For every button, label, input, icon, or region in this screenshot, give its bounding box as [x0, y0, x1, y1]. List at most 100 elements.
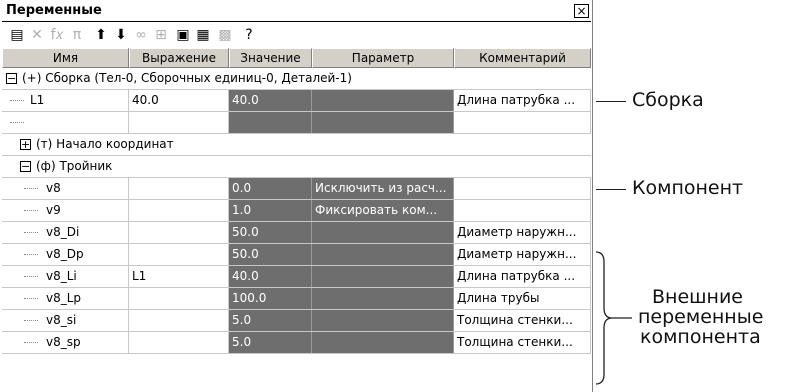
cell-name[interactable]: v8	[2, 178, 129, 199]
grid-icon[interactable]: ▩	[216, 26, 234, 44]
cell-expression[interactable]	[129, 310, 229, 331]
component-leader-line	[596, 189, 626, 190]
cell-value[interactable]: 50.0	[229, 244, 312, 265]
cell-name[interactable]: v8_Di	[2, 222, 129, 243]
group-label: (ф) Тройник	[36, 159, 113, 173]
assembly-leader-line	[596, 101, 626, 102]
column-header-value[interactable]: Значение	[229, 48, 312, 68]
cell-name[interactable]: v8_Lp	[2, 288, 129, 309]
cell-value[interactable]: 5.0	[229, 332, 312, 353]
cell-parameter[interactable]	[312, 244, 454, 265]
cell-name[interactable]: v8_Li	[2, 266, 129, 287]
cell-expression[interactable]	[129, 244, 229, 265]
arrow-up-icon[interactable]: ⬆	[92, 26, 110, 44]
cell-parameter[interactable]	[312, 222, 454, 243]
cell-expression[interactable]	[129, 288, 229, 309]
cell-name[interactable]: v8_si	[2, 310, 129, 331]
cell-name[interactable]: v8_sp	[2, 332, 129, 353]
collapse-icon[interactable]: −	[20, 161, 31, 172]
external-vars-annotation-line1: Внешние	[652, 286, 743, 308]
tree-group-row[interactable]: − (ф) Тройник	[2, 156, 591, 178]
table-icon[interactable]: ▦	[194, 26, 212, 44]
variables-panel: Переменные × ▤ ✕ f𝑥 π ⬆ ⬇ ∞ ⊞ ▣ ▦ ▩? Имя Выражение З…	[0, 0, 593, 392]
cell-parameter[interactable]	[312, 112, 454, 133]
cell-comment[interactable]: Длина трубы	[454, 288, 591, 309]
cell-comment[interactable]: Диаметр наружн...	[454, 222, 591, 243]
window-title: Переменные	[6, 3, 102, 18]
external-vars-annotation-line2: переменные	[638, 306, 764, 328]
variable-row[interactable]: v8_sp 5.0 Толщина стенки...	[2, 332, 591, 354]
title-bar: Переменные ×	[2, 2, 591, 22]
column-header-comment[interactable]: Комментарий	[454, 48, 591, 68]
cell-value[interactable]: 40.0	[229, 266, 312, 287]
cell-value[interactable]: 100.0	[229, 288, 312, 309]
cell-expression[interactable]: L1	[129, 266, 229, 287]
cell-comment[interactable]	[454, 112, 591, 133]
cell-comment[interactable]: Длина патрубка ...	[454, 266, 591, 287]
cell-value[interactable]: 40.0	[229, 90, 312, 111]
group-label: (+) Сборка (Тел-0, Сборочных единиц-0, Д…	[22, 71, 352, 85]
column-header-name[interactable]: Имя	[2, 48, 129, 68]
variable-row[interactable]: L1 40.0 40.0 Длина патрубка ...	[2, 90, 591, 112]
toolbar: ▤ ✕ f𝑥 π ⬆ ⬇ ∞ ⊞ ▣ ▦ ▩?	[2, 22, 591, 48]
arrow-down-icon[interactable]: ⬇	[112, 26, 130, 44]
cell-comment[interactable]: Толщина стенки...	[454, 332, 591, 353]
cell-value[interactable]: 1.0	[229, 200, 312, 221]
delete-icon[interactable]: ✕	[28, 26, 46, 44]
cell-comment[interactable]: Длина патрубка ...	[454, 90, 591, 111]
variable-row[interactable]: v8_Lp 100.0 Длина трубы	[2, 288, 591, 310]
variable-row[interactable]: v8_Di 50.0 Диаметр наружн...	[2, 222, 591, 244]
cell-parameter[interactable]	[312, 90, 454, 111]
cell-expression[interactable]: 40.0	[129, 90, 229, 111]
component-annotation: Компонент	[632, 177, 744, 199]
variable-row[interactable]: v9 1.0 Фиксировать ком...	[2, 200, 591, 222]
variable-row[interactable]: v8_si 5.0 Толщина стенки...	[2, 310, 591, 332]
variable-row[interactable]	[2, 112, 591, 134]
cell-value[interactable]: 0.0	[229, 178, 312, 199]
external-variables-brace	[595, 251, 632, 385]
function-icon[interactable]: f𝑥	[48, 26, 66, 44]
variable-row[interactable]: v8_Li L1 40.0 Длина патрубка ...	[2, 266, 591, 288]
link-icon[interactable]: ∞	[132, 26, 150, 44]
expand-icon[interactable]: +	[20, 139, 31, 150]
calculator-icon[interactable]: ▣	[174, 26, 192, 44]
cell-expression[interactable]	[129, 200, 229, 221]
tree-group-row[interactable]: − (+) Сборка (Тел-0, Сборочных единиц-0, …	[2, 68, 591, 90]
cell-value[interactable]: 50.0	[229, 222, 312, 243]
close-button[interactable]: ×	[574, 4, 589, 18]
cell-parameter[interactable]	[312, 266, 454, 287]
cell-parameter[interactable]: Исключить из расч...	[312, 178, 454, 199]
variable-row[interactable]: v8_Dp 50.0 Диаметр наружн...	[2, 244, 591, 266]
group-label: (т) Начало координат	[36, 137, 174, 151]
cell-parameter[interactable]	[312, 332, 454, 353]
cell-comment[interactable]	[454, 178, 591, 199]
cell-name[interactable]: L1	[2, 90, 129, 111]
cell-expression[interactable]	[129, 112, 229, 133]
collapse-icon[interactable]: −	[6, 73, 17, 84]
table-header: Имя Выражение Значение Параметр Комментарий	[2, 48, 591, 68]
cell-parameter[interactable]	[312, 288, 454, 309]
cell-value[interactable]	[229, 112, 312, 133]
variable-row[interactable]: v8 0.0 Исключить из расч...	[2, 178, 591, 200]
cell-value[interactable]: 5.0	[229, 310, 312, 331]
new-variable-icon[interactable]: ▤	[8, 26, 26, 44]
tree-group-row[interactable]: + (т) Начало координат	[2, 134, 591, 156]
cell-comment[interactable]: Диаметр наружн...	[454, 244, 591, 265]
column-header-parameter[interactable]: Параметр	[312, 48, 454, 68]
cell-comment[interactable]	[454, 200, 591, 221]
column-header-expression[interactable]: Выражение	[129, 48, 229, 68]
cell-comment[interactable]: Толщина стенки...	[454, 310, 591, 331]
cell-expression[interactable]	[129, 222, 229, 243]
cell-parameter[interactable]: Фиксировать ком...	[312, 200, 454, 221]
cell-name[interactable]	[2, 112, 129, 133]
cell-parameter[interactable]	[312, 310, 454, 331]
pi-icon[interactable]: π	[68, 26, 86, 44]
external-vars-annotation-line3: компонента	[640, 326, 761, 348]
help-icon[interactable]: ?	[240, 26, 258, 44]
parameter-icon[interactable]: ⊞	[152, 26, 170, 44]
cell-name[interactable]: v8_Dp	[2, 244, 129, 265]
cell-expression[interactable]	[129, 178, 229, 199]
cell-expression[interactable]	[129, 332, 229, 353]
cell-name[interactable]: v9	[2, 200, 129, 221]
assembly-annotation: Сборка	[632, 89, 704, 111]
